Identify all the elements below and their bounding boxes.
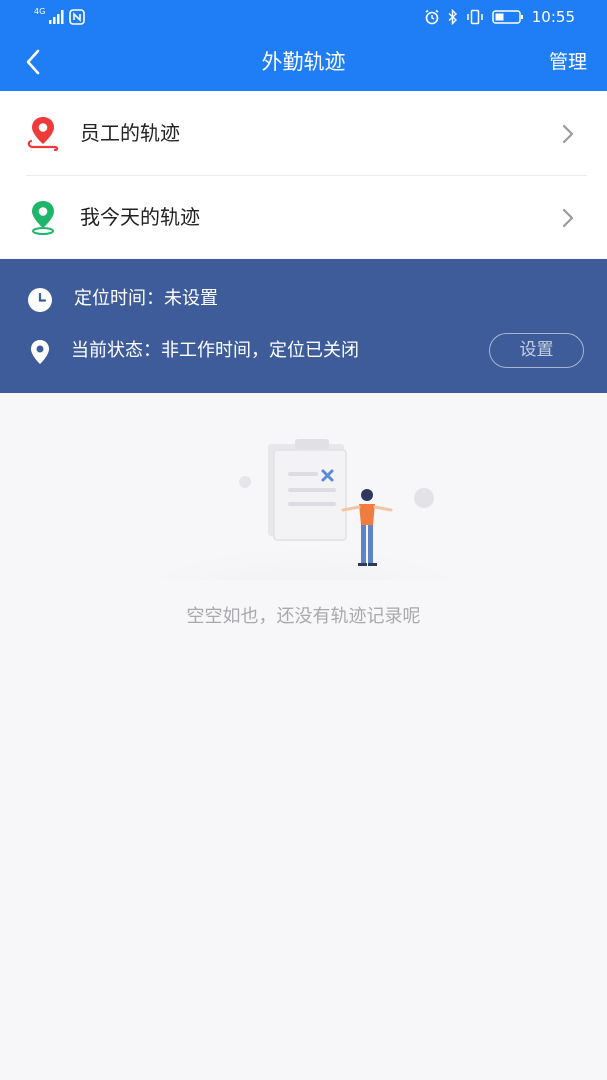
location-time-text: 定位时间：未设置 <box>74 288 218 309</box>
signal-icon <box>49 10 64 24</box>
location-pin-icon <box>31 340 49 364</box>
menu-item-employee-tracks[interactable]: 员工的轨迹 <box>0 91 607 176</box>
nfc-icon <box>69 9 86 25</box>
vibrate-icon <box>467 9 483 25</box>
manage-button[interactable]: 管理 <box>549 33 587 91</box>
status-left: 4G <box>34 7 86 27</box>
settings-button[interactable]: 设置 <box>489 333 584 368</box>
location-info-panel: 定位时间：未设置 当前状态：非工作时间，定位已关闭 设置 <box>0 259 607 393</box>
chevron-right-icon <box>562 208 574 228</box>
location-time-row: 定位时间：未设置 <box>0 279 607 319</box>
status-bar: 4G 10:55 <box>0 0 607 33</box>
chevron-right-icon <box>562 124 574 144</box>
clock-time: 10:55 <box>531 8 575 26</box>
bluetooth-icon <box>448 9 457 25</box>
alarm-icon <box>425 9 439 25</box>
empty-state-message: 空空如也，还没有轨迹记录呢 <box>186 606 421 627</box>
page-title: 外勤轨迹 <box>261 50 346 74</box>
current-status-text: 当前状态：非工作时间，定位已关闭 <box>71 340 359 361</box>
status-right: 10:55 <box>424 6 575 28</box>
route-pin-icon <box>27 117 59 151</box>
location-pin-icon <box>32 201 54 235</box>
battery-icon <box>492 10 523 24</box>
clock-icon <box>28 288 52 312</box>
nav-bar: 外勤轨迹 管理 <box>0 33 607 91</box>
network-type: 4G <box>34 7 46 16</box>
menu-item-my-today-track[interactable]: 我今天的轨迹 <box>0 175 607 259</box>
empty-state-illustration <box>140 439 470 580</box>
track-menu: 员工的轨迹 我今天的轨迹 <box>0 91 607 259</box>
menu-item-label: 我今天的轨迹 <box>80 205 200 229</box>
menu-item-label: 员工的轨迹 <box>80 121 180 145</box>
